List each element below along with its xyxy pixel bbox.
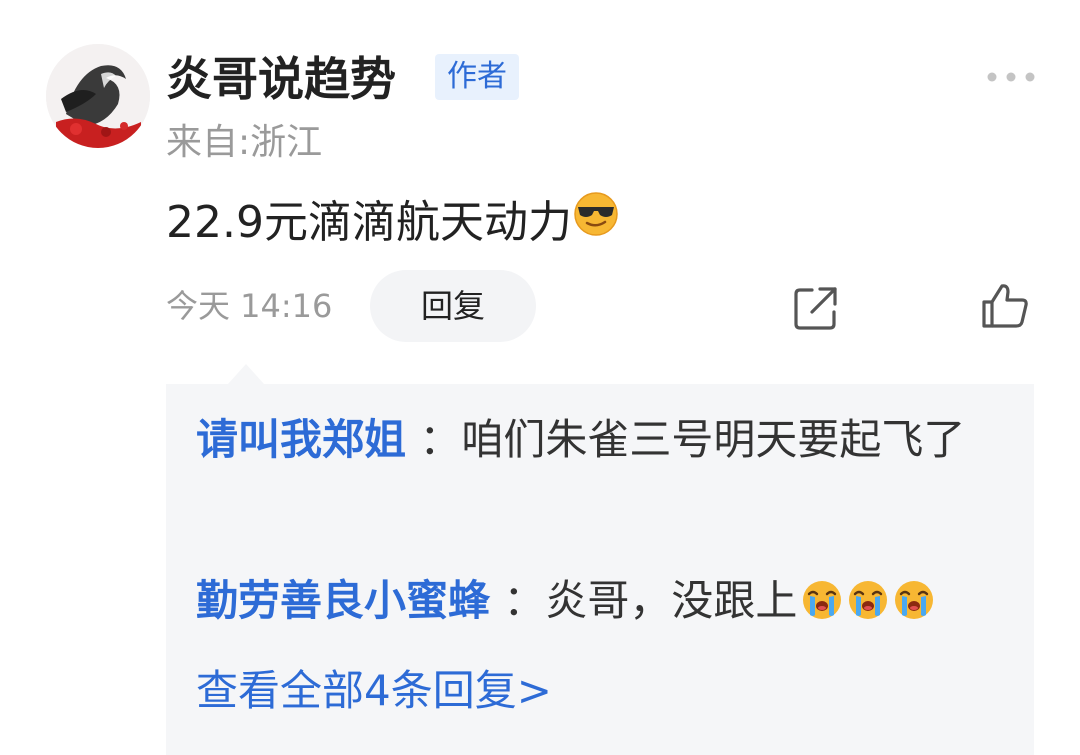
crying-face-emoji: [803, 581, 842, 619]
more-options-button[interactable]: [986, 64, 1036, 90]
reply-text: 咱们朱雀三号明天要起飞了: [461, 415, 966, 464]
comment-text: 22.9元滴滴航天动力: [166, 190, 620, 255]
reply-colon: ：: [419, 415, 462, 464]
crying-face-emoji: [849, 581, 888, 619]
author-name[interactable]: 炎哥说趋势: [166, 50, 396, 108]
comment-body: 22.9元滴滴航天动力: [166, 196, 572, 248]
more-dots-icon: [987, 72, 1035, 82]
cool-face-emoji: [572, 190, 620, 255]
reply-username[interactable]: 勤劳善良小蜜蜂: [196, 576, 490, 625]
reply-colon: ：: [503, 576, 546, 625]
reply-button[interactable]: 回复: [370, 270, 536, 342]
comment-time: 今天 14:16: [166, 287, 333, 325]
crying-emoji-group: [797, 572, 935, 642]
share-button[interactable]: [792, 284, 840, 332]
author-badge: 作者: [435, 54, 519, 100]
thumbs-up-icon: [982, 284, 1028, 328]
reply-username[interactable]: 请叫我郑姐: [196, 415, 406, 464]
swan-avatar-image: [46, 44, 150, 148]
reply-text: 炎哥，没跟上: [545, 576, 798, 625]
share-icon: [794, 287, 837, 330]
like-button[interactable]: [980, 282, 1030, 332]
avatar[interactable]: [46, 44, 150, 148]
reply-item[interactable]: 请叫我郑姐 ：咱们朱雀三号明天要起飞了: [196, 405, 1020, 475]
crying-face-emoji: [895, 581, 934, 619]
replies-box-pointer: [228, 364, 264, 384]
location-label: 来自:浙江: [166, 122, 323, 163]
reply-item[interactable]: 勤劳善良小蜜蜂 ：炎哥，没跟上: [196, 566, 1020, 642]
view-all-replies-link[interactable]: 查看全部4条回复>: [196, 660, 552, 722]
